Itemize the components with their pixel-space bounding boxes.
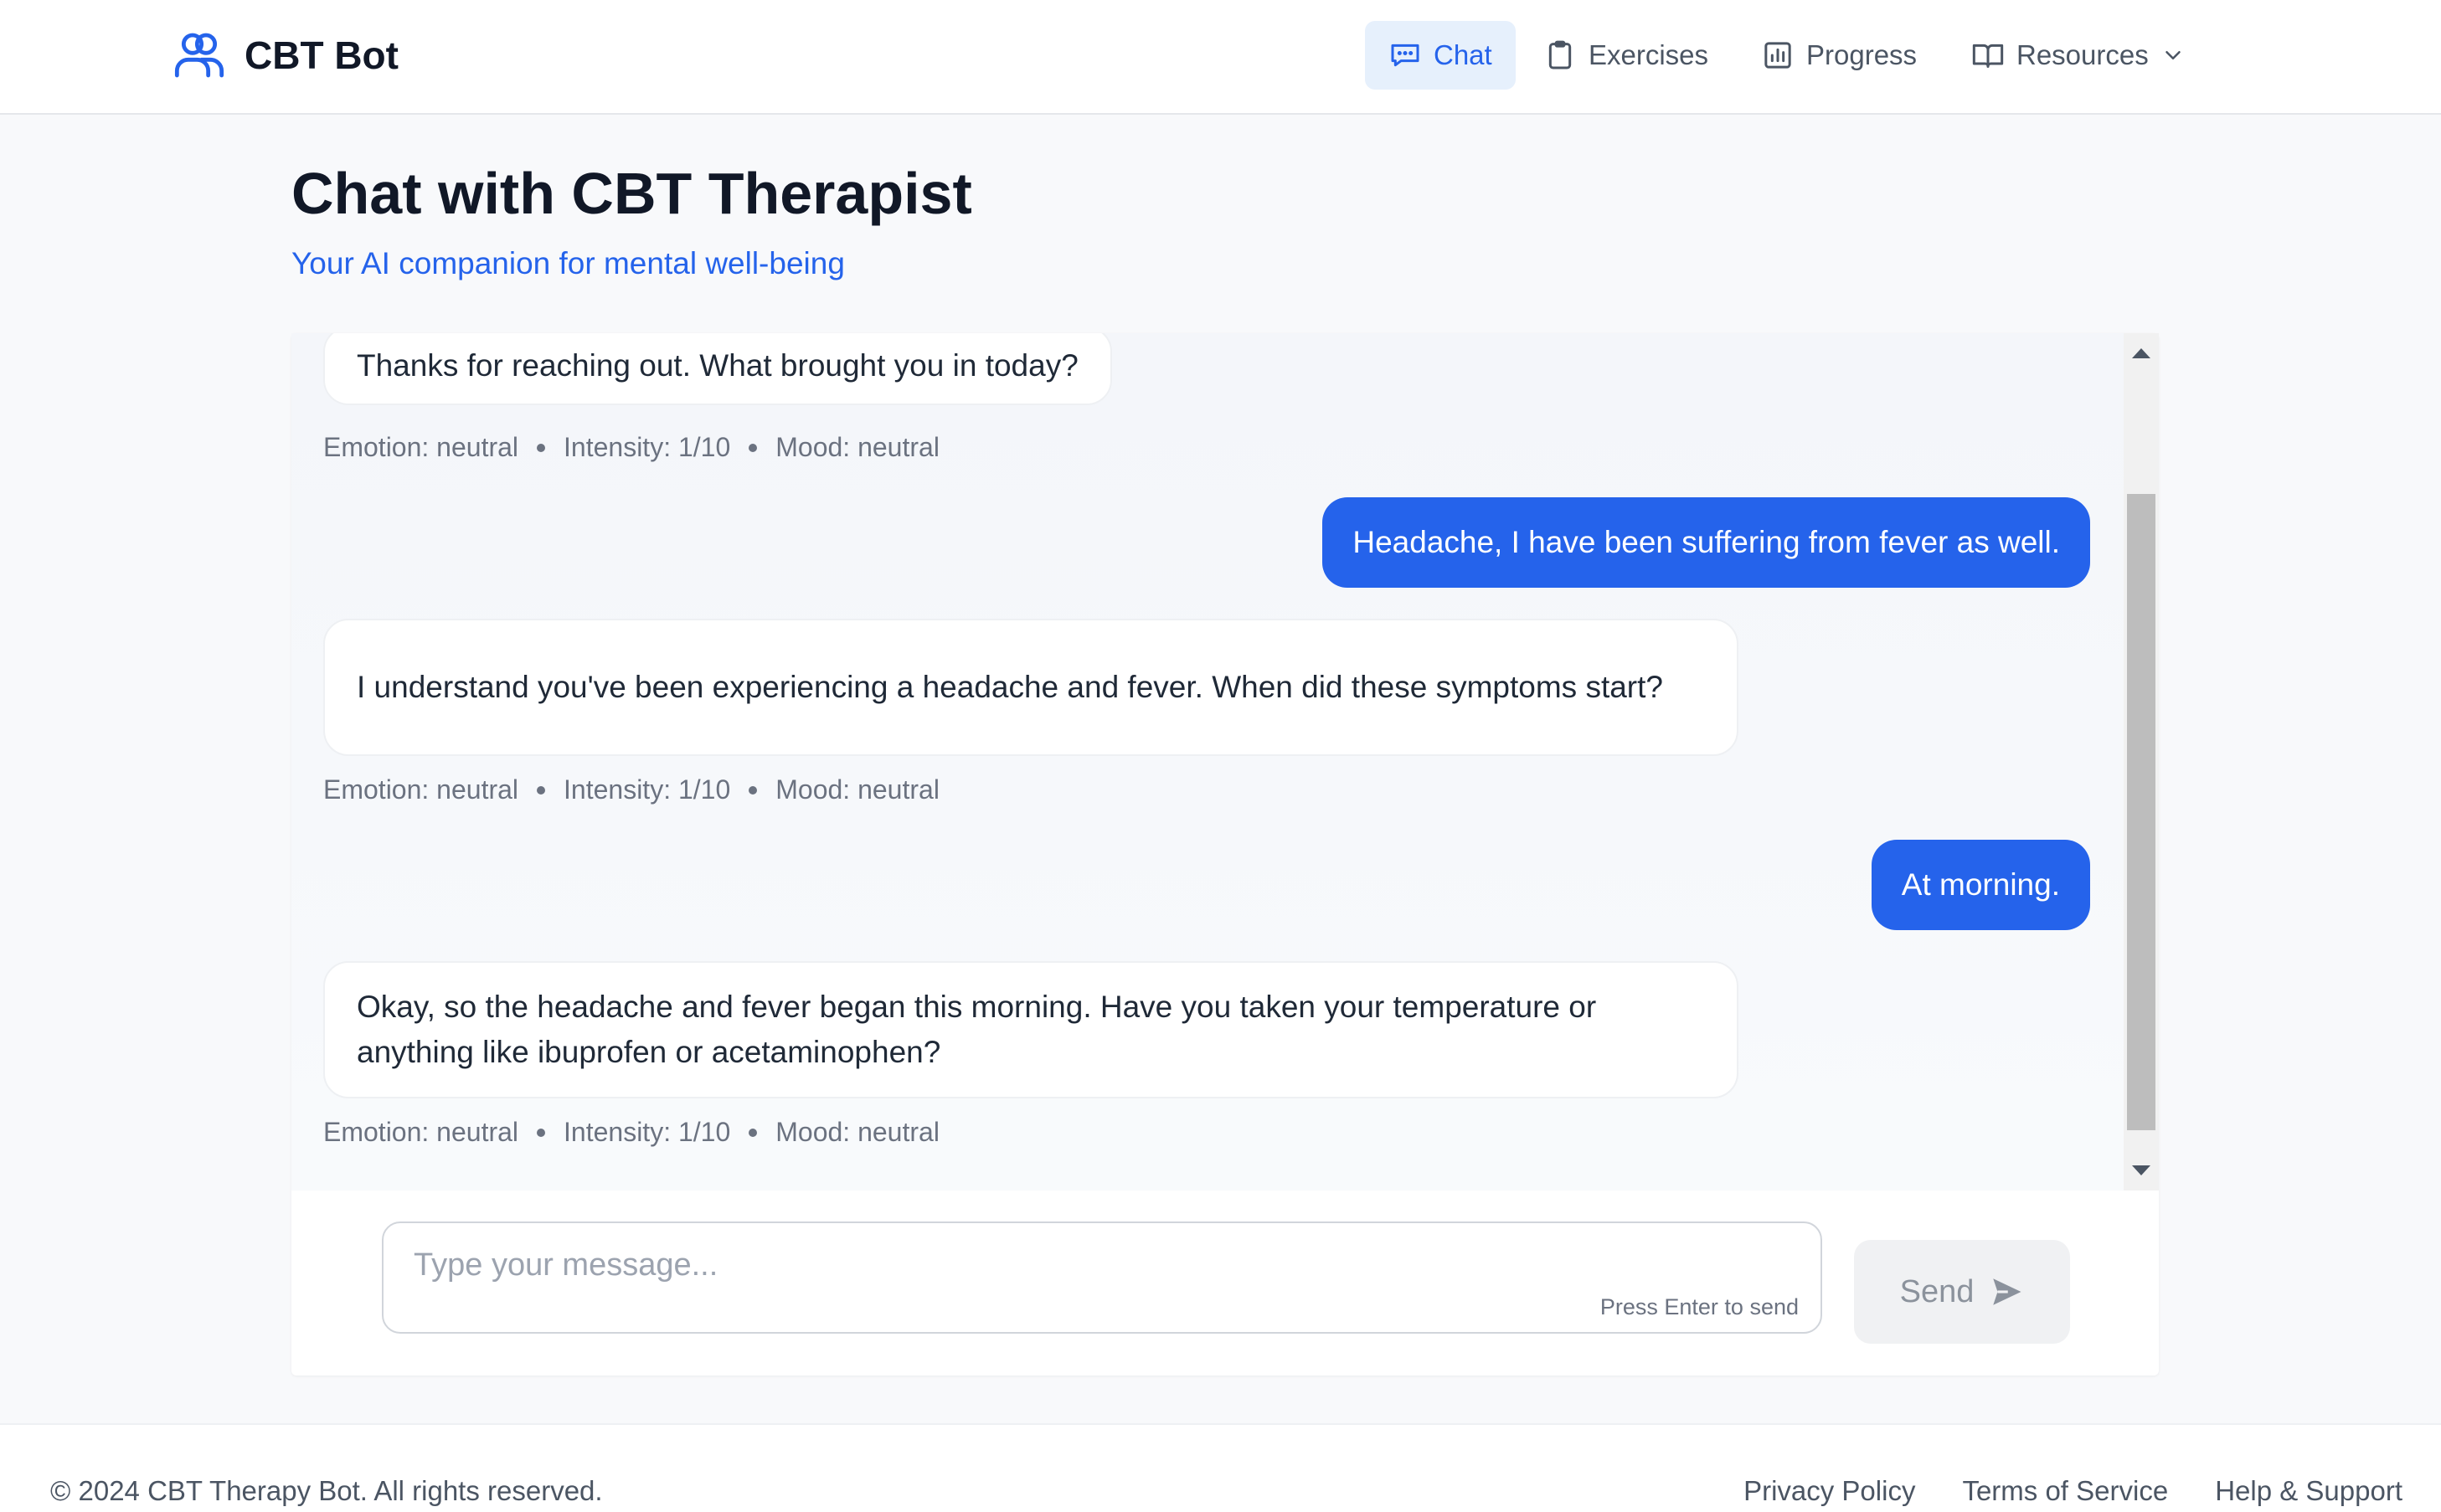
page-subtitle: Your AI companion for mental well-being	[291, 246, 845, 280]
meta-intensity: Intensity: 1/10	[564, 774, 731, 805]
message-scrollbar[interactable]	[2124, 333, 2159, 1191]
message-composer: Press Enter to send	[382, 1221, 1822, 1334]
app-header: CBT Bot Chat Exercises Progress Resource…	[0, 0, 2441, 115]
chat-panel: Thanks for reaching out. What brought yo…	[291, 333, 2159, 1376]
meta-intensity: Intensity: 1/10	[564, 432, 731, 462]
message-text: I understand you've been experiencing a …	[357, 670, 1663, 704]
copyright-text: © 2024 CBT Therapy Bot. All rights reser…	[50, 1475, 603, 1506]
message-meta: Emotion: neutral Intensity: 1/10 Mood: n…	[323, 432, 940, 463]
bot-message: I understand you've been experiencing a …	[323, 619, 1738, 756]
app-name: CBT Bot	[245, 33, 399, 77]
clipboard-icon	[1548, 40, 1572, 69]
chat-icon	[1391, 44, 1419, 67]
scrollbar-thumb[interactable]	[2127, 494, 2155, 1130]
nav-item-exercises[interactable]: Exercises	[1520, 21, 1732, 90]
nav-item-label: Resources	[2016, 39, 2149, 70]
message-text: At morning.	[1901, 867, 2060, 902]
message-list[interactable]: Thanks for reaching out. What brought yo…	[291, 333, 2124, 1191]
users-icon	[174, 33, 224, 78]
meta-mood: Mood: neutral	[775, 432, 940, 462]
message-text: Thanks for reaching out. What brought yo…	[357, 348, 1079, 383]
separator-dot	[749, 785, 758, 795]
nav-item-chat[interactable]: Chat	[1365, 21, 1516, 90]
terms-of-service-link[interactable]: Terms of Service	[1962, 1475, 2168, 1507]
separator-dot	[749, 443, 758, 452]
footer-links: Privacy Policy Terms of Service Help & S…	[1743, 1475, 2402, 1507]
meta-emotion: Emotion: neutral	[323, 1117, 519, 1147]
bot-message: Okay, so the headache and fever began th…	[323, 961, 1738, 1098]
nav-item-label: Chat	[1434, 39, 1492, 70]
separator-dot	[537, 1128, 546, 1137]
message-meta: Emotion: neutral Intensity: 1/10 Mood: n…	[323, 1117, 940, 1148]
message-text: Headache, I have been suffering from fev…	[1352, 525, 2060, 559]
user-message: At morning.	[1871, 840, 2090, 930]
meta-intensity: Intensity: 1/10	[564, 1117, 731, 1147]
help-support-link[interactable]: Help & Support	[2215, 1475, 2402, 1507]
nav-item-resources[interactable]: Resources	[1948, 21, 2209, 90]
user-message: Headache, I have been suffering from fev…	[1322, 497, 2090, 588]
separator-dot	[537, 785, 546, 795]
bar-chart-icon	[1764, 42, 1791, 69]
meta-mood: Mood: neutral	[775, 774, 940, 805]
scroll-up-arrow-icon[interactable]	[2132, 348, 2150, 358]
meta-emotion: Emotion: neutral	[323, 432, 519, 462]
brand[interactable]: CBT Bot	[173, 28, 399, 82]
separator-dot	[749, 1128, 758, 1137]
meta-mood: Mood: neutral	[775, 1117, 940, 1147]
scroll-down-arrow-icon[interactable]	[2132, 1165, 2150, 1175]
message-text: Okay, so the headache and fever began th…	[357, 990, 1597, 1069]
nav-item-label: Exercises	[1589, 39, 1709, 70]
page-title: Chat with CBT Therapist	[291, 161, 972, 226]
separator-dot	[537, 443, 546, 452]
chevron-down-icon	[2165, 51, 2181, 59]
page-header: Chat with CBT Therapist Your AI companio…	[291, 156, 972, 281]
privacy-policy-link[interactable]: Privacy Policy	[1743, 1475, 1915, 1507]
nav-item-label: Progress	[1806, 39, 1918, 70]
nav-item-progress[interactable]: Progress	[1738, 21, 1940, 90]
enter-hint: Press Enter to send	[1599, 1294, 1799, 1319]
book-icon	[1972, 44, 2004, 68]
send-label: Send	[1899, 1273, 1975, 1309]
meta-emotion: Emotion: neutral	[323, 774, 519, 805]
message-meta: Emotion: neutral Intensity: 1/10 Mood: n…	[323, 774, 940, 805]
app-footer: © 2024 CBT Therapy Bot. All rights reser…	[0, 1423, 2441, 1512]
bot-message: Thanks for reaching out. What brought yo…	[323, 333, 1112, 405]
send-button[interactable]: Send	[1854, 1240, 2070, 1344]
send-icon	[1993, 1278, 2021, 1305]
